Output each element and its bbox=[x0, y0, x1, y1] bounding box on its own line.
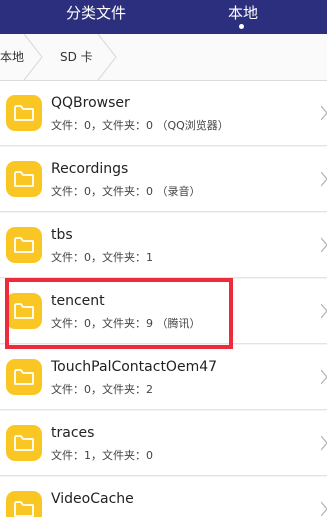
folder-name: tbs bbox=[51, 227, 73, 243]
list-item-tencent[interactable]: tencent 文件：0，文件夹：9 （腾讯） bbox=[0, 279, 327, 344]
folder-name: traces bbox=[51, 425, 95, 441]
tab-categories[interactable]: 分类文件 bbox=[66, 3, 126, 23]
divider bbox=[0, 343, 327, 344]
divider bbox=[0, 409, 327, 410]
list-item-videocache[interactable]: VideoCache bbox=[0, 477, 327, 517]
folder-icon bbox=[6, 491, 42, 517]
folder-info: 文件：0，文件夹：0 （录音） bbox=[51, 185, 201, 198]
folder-icon bbox=[6, 425, 42, 461]
folder-icon bbox=[6, 161, 42, 197]
breadcrumb-sd-card[interactable]: SD 卡 bbox=[60, 49, 93, 65]
active-tab-indicator bbox=[239, 24, 244, 29]
folder-name: Recordings bbox=[51, 161, 129, 177]
list-item-touchpal[interactable]: TouchPalContactOem47 文件：0，文件夹：2 bbox=[0, 345, 327, 410]
breadcrumb-separator-icon bbox=[23, 34, 43, 80]
folder-info: 文件：1，文件夹：0 bbox=[51, 449, 153, 462]
folder-icon bbox=[6, 95, 42, 131]
file-list: QQBrowser 文件：0，文件夹：0 （QQ浏览器） Recordings … bbox=[0, 81, 327, 517]
breadcrumb-local[interactable]: 本地 bbox=[0, 49, 24, 65]
list-item-traces[interactable]: traces 文件：1，文件夹：0 bbox=[0, 411, 327, 476]
chevron-right-icon bbox=[321, 501, 327, 517]
folder-name: tencent bbox=[51, 293, 105, 309]
tab-local[interactable]: 本地 bbox=[228, 3, 258, 23]
folder-info: 文件：0，文件夹：2 bbox=[51, 383, 153, 396]
chevron-right-icon bbox=[321, 435, 327, 451]
divider bbox=[0, 475, 327, 476]
folder-name: VideoCache bbox=[51, 491, 134, 507]
folder-info: 文件：0，文件夹：9 （腾讯） bbox=[51, 317, 201, 330]
list-item-tbs[interactable]: tbs 文件：0，文件夹：1 bbox=[0, 213, 327, 278]
list-item-qqbrowser[interactable]: QQBrowser 文件：0，文件夹：0 （QQ浏览器） bbox=[0, 81, 327, 146]
breadcrumb-separator-icon bbox=[97, 34, 117, 80]
folder-info: 文件：0，文件夹：1 bbox=[51, 251, 153, 264]
divider bbox=[0, 277, 327, 278]
folder-info: 文件：0，文件夹：0 （QQ浏览器） bbox=[51, 119, 229, 132]
chevron-right-icon bbox=[321, 171, 327, 187]
folder-name: QQBrowser bbox=[51, 95, 130, 111]
folder-name: TouchPalContactOem47 bbox=[51, 359, 218, 375]
chevron-right-icon bbox=[321, 105, 327, 121]
folder-icon bbox=[6, 359, 42, 395]
top-tab-bar: 分类文件 本地 bbox=[0, 0, 327, 34]
chevron-right-icon bbox=[321, 303, 327, 319]
divider bbox=[0, 211, 327, 212]
divider bbox=[0, 145, 327, 146]
folder-icon bbox=[6, 293, 42, 329]
folder-icon bbox=[6, 227, 42, 263]
chevron-right-icon bbox=[321, 369, 327, 385]
chevron-right-icon bbox=[321, 237, 327, 253]
list-item-recordings[interactable]: Recordings 文件：0，文件夹：0 （录音） bbox=[0, 147, 327, 212]
breadcrumb: 本地 SD 卡 bbox=[0, 34, 327, 81]
